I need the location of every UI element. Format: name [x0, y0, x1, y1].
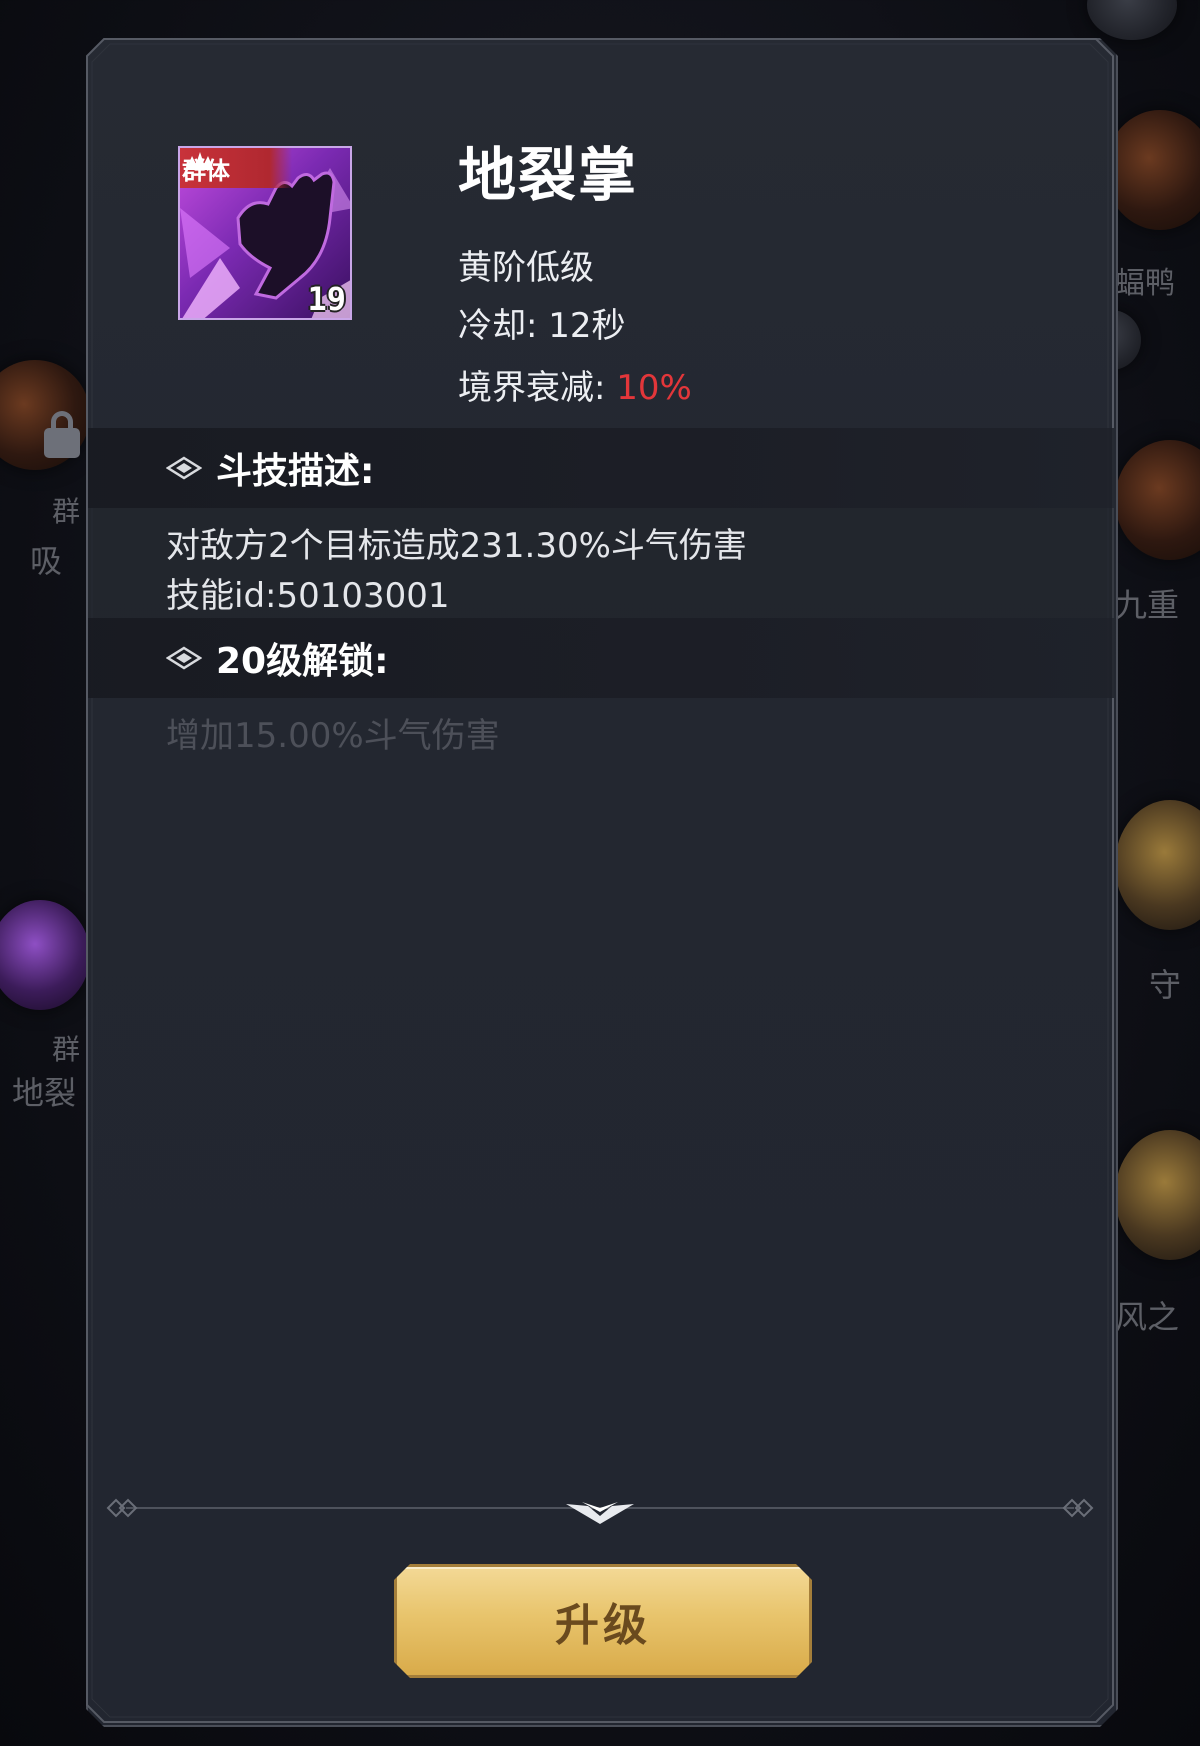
diamond-eye-icon [166, 456, 202, 480]
background-label: 九重 [1115, 586, 1180, 624]
background-skill-orb [1105, 110, 1200, 230]
skill-decay: 境界衰减: 10% [458, 360, 692, 409]
background-label: 蝠鸭 [1115, 266, 1175, 301]
background-label: 吸 [30, 542, 63, 580]
description-line: 对敌方2个目标造成231.30%斗气伤害 [166, 526, 747, 566]
section-description-header: 斗技描述: [88, 428, 1114, 508]
chevron-down-icon [566, 1502, 634, 1524]
skill-rank: 黄阶低级 [458, 248, 594, 288]
skill-tag-badge: 群体 [180, 148, 292, 188]
background-label: 风之 [1115, 1298, 1180, 1336]
skill-cooldown: 冷却: 12秒 [458, 306, 626, 346]
skill-level: 19 [307, 280, 346, 318]
background-skill-orb [1115, 800, 1200, 930]
section-description-title: 斗技描述: [216, 451, 375, 492]
background-label: 守 [1149, 966, 1182, 1004]
background-label: 地裂 [12, 1074, 77, 1112]
skill-decay-label: 境界衰减: [458, 368, 617, 408]
lock-icon [44, 411, 80, 458]
panel-divider [106, 1498, 1094, 1524]
background-skill-orb [1087, 0, 1177, 40]
background-skill-orb [1115, 1130, 1200, 1260]
background-left-column: 群 吸 群 地裂 [0, 0, 90, 1746]
section-unlock-header: 20级解锁: [88, 618, 1114, 698]
skill-icon: 群体 19 [178, 146, 352, 320]
background-skill-orb [0, 900, 90, 1010]
section-unlock-title: 20级解锁: [216, 641, 389, 682]
upgrade-button-label: 升级 [555, 1600, 651, 1651]
skill-id-line: 技能id:50103001 [166, 576, 450, 616]
group-attack-icon [186, 152, 214, 170]
skill-name: 地裂掌 [458, 141, 639, 209]
background-label: 群 [52, 1033, 81, 1066]
skill-decay-value: 10% [616, 368, 692, 408]
background-label: 群 [52, 495, 81, 528]
diamond-eye-icon [166, 646, 202, 670]
background-skill-orb [1115, 440, 1200, 560]
upgrade-button[interactable]: 升级 [394, 1564, 812, 1678]
unlock-effect-line: 增加15.00%斗气伤害 [166, 716, 500, 756]
